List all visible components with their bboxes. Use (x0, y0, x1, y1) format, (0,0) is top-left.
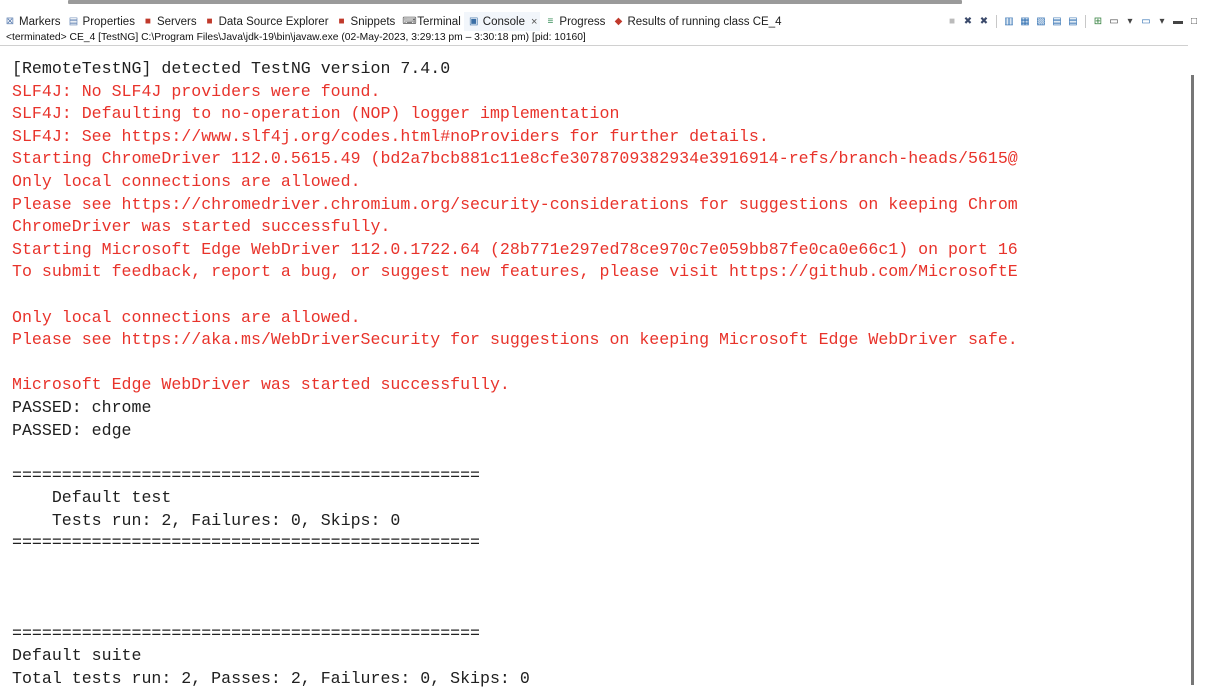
tab-progress[interactable]: ≡ Progress (540, 12, 608, 31)
toolbar-separator (996, 15, 997, 28)
horizontal-scrollbar-thumb[interactable] (68, 0, 962, 4)
tab-terminal[interactable]: ⌨ Terminal (398, 12, 463, 31)
open-console-icon[interactable]: ⊞ (1091, 15, 1105, 29)
console-line: PASSED: chrome (12, 397, 152, 417)
maximize-icon[interactable]: □ (1187, 15, 1201, 29)
console-line: ========================================… (12, 465, 481, 485)
console-line: Only local connections are allowed. (12, 171, 361, 191)
top-scroll-strip (0, 0, 1205, 12)
tab-results-of-running-class-ce-4[interactable]: ◆ Results of running class CE_4 (608, 12, 784, 31)
console-line: ========================================… (12, 533, 481, 553)
console-toolbar: ■ ✖ ✖ ▥ ▦ ▧ ▤ ▤ ⊞ ▭ ▾ ▭ ▾ ▬ □ (945, 12, 1201, 31)
dropdown-icon[interactable]: ▾ (1123, 15, 1137, 29)
close-icon[interactable]: × (531, 16, 537, 28)
show-on-stdout-icon[interactable]: ▥ (1002, 15, 1016, 29)
tab-label: Results of running class CE_4 (627, 15, 782, 28)
tab-properties[interactable]: ▤ Properties (64, 12, 138, 31)
snippets-icon: ■ (338, 15, 345, 27)
markers-icon: ⊠ (5, 15, 15, 27)
console-line: Default test (12, 488, 172, 508)
remove-launch-icon[interactable]: ✖ (961, 15, 975, 29)
console-line: Total tests run: 2, Passes: 2, Failures:… (12, 669, 530, 689)
console-line: Default suite (12, 646, 142, 666)
scroll-lock-icon[interactable]: ▧ (1034, 15, 1048, 29)
clear-console-icon[interactable]: ▤ (1066, 15, 1080, 29)
remove-all-terminated-icon[interactable]: ✖ (977, 15, 991, 29)
console-line: PASSED: edge (12, 420, 132, 440)
console-line: SLF4J: See https://www.slf4j.org/codes.h… (12, 126, 769, 146)
vertical-scrollbar[interactable] (1190, 45, 1195, 689)
console-line: To submit feedback, report a bug, or sug… (12, 262, 1018, 282)
tab-data-source-explorer[interactable]: ■ Data Source Explorer (200, 12, 332, 31)
tab-label: Servers (156, 15, 197, 28)
console-line: SLF4J: No SLF4J providers were found. (12, 81, 381, 101)
toolbar-separator (1085, 15, 1086, 28)
tab-label: Markers (19, 15, 61, 28)
console-line: Please see https://aka.ms/WebDriverSecur… (12, 330, 1018, 350)
console-text: [RemoteTestNG] detected TestNG version 7… (0, 46, 1188, 690)
terminate-icon[interactable]: ■ (945, 15, 959, 29)
tab-label: Snippets (350, 15, 396, 28)
console-line: [RemoteTestNG] detected TestNG version 7… (12, 59, 451, 78)
tab-label: Terminal (417, 15, 461, 28)
terminal-icon: ⌨ (402, 15, 417, 27)
console-line: SLF4J: Defaulting to no-operation (NOP) … (12, 104, 620, 124)
console-line: Starting Microsoft Edge WebDriver 112.0.… (12, 239, 1018, 259)
progress-icon: ≡ (547, 15, 554, 27)
data-source-icon: ■ (206, 15, 213, 27)
tab-snippets[interactable]: ■ Snippets (332, 12, 399, 31)
console-line: ========================================… (12, 623, 481, 643)
console-line: ChromeDriver was started successfully. (12, 217, 391, 237)
minimize-icon[interactable]: ▬ (1171, 15, 1185, 29)
console-line: Tests run: 2, Failures: 0, Skips: 0 (12, 510, 401, 530)
pin-console-icon[interactable]: ▦ (1018, 15, 1032, 29)
word-wrap-icon[interactable]: ▤ (1050, 15, 1064, 29)
tab-markers[interactable]: ⊠ Markers (0, 12, 64, 31)
tab-label: Properties (82, 15, 135, 28)
console-line: Only local connections are allowed. (12, 307, 361, 327)
tab-label: Progress (559, 15, 606, 28)
console-line: Please see https://chromedriver.chromium… (12, 194, 1018, 214)
console-line: Starting ChromeDriver 112.0.5615.49 (bd2… (12, 149, 1018, 169)
tab-label: Data Source Explorer (218, 15, 329, 28)
console-line: Microsoft Edge WebDriver was started suc… (12, 375, 510, 395)
testng-results-icon: ◆ (614, 15, 623, 27)
dropdown-icon-2[interactable]: ▾ (1155, 15, 1169, 29)
vertical-scrollbar-thumb[interactable] (1191, 75, 1194, 685)
display-selected-console-icon[interactable]: ▭ (1107, 15, 1121, 29)
console-status-line: <terminated> CE_4 [TestNG] C:\Program Fi… (6, 32, 586, 43)
tab-servers[interactable]: ■ Servers (138, 12, 200, 31)
new-console-icon[interactable]: ▭ (1139, 15, 1153, 29)
servers-icon: ■ (144, 15, 151, 27)
console-output-area[interactable]: [RemoteTestNG] detected TestNG version 7… (0, 45, 1188, 690)
console-icon: ▣ (469, 15, 479, 27)
tab-console[interactable]: ▣ Console × (463, 12, 541, 31)
tab-label: Console (482, 15, 525, 28)
properties-icon: ▤ (68, 15, 79, 27)
